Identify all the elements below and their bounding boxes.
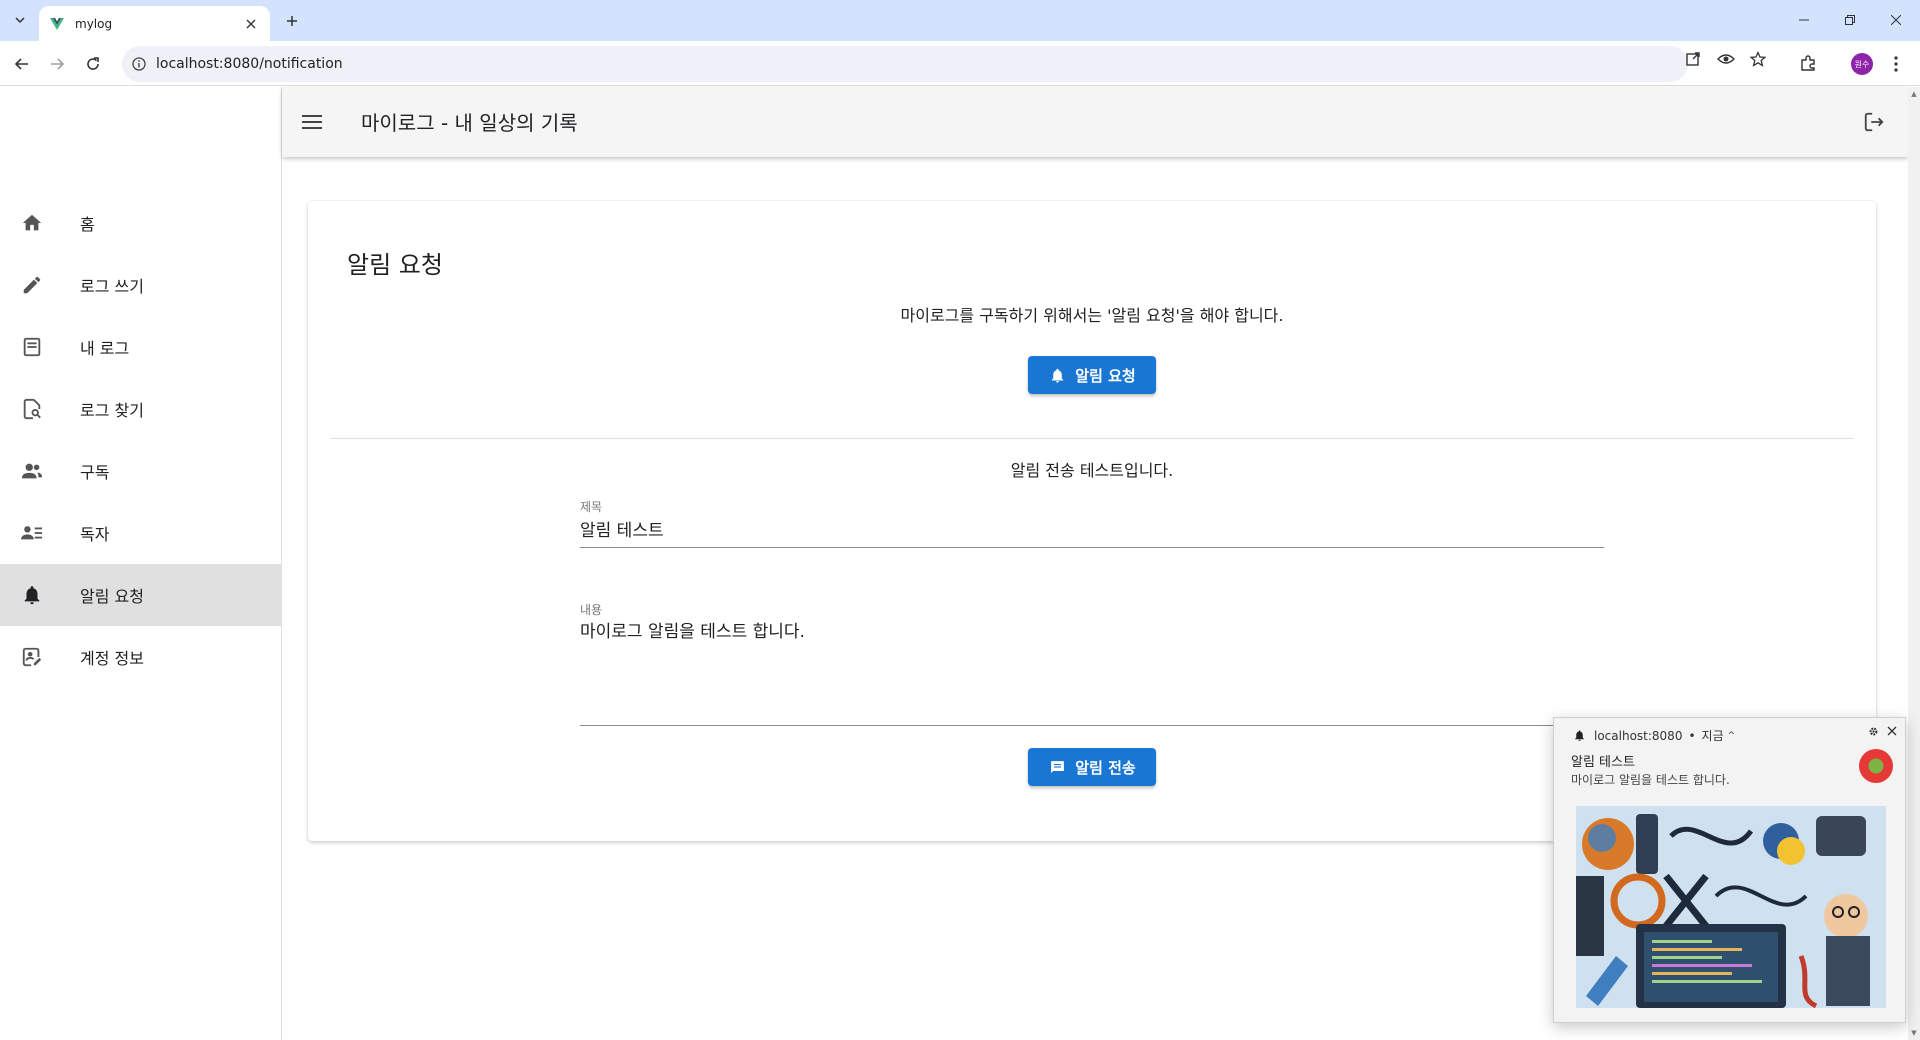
app-badge-icon xyxy=(1859,749,1893,783)
nav-item-subscribe[interactable]: 구독 xyxy=(0,440,281,502)
app-bar: 마이로그 - 내 일상의 기록 xyxy=(282,87,1908,157)
scroll-down-icon[interactable]: ▼ xyxy=(1908,1026,1920,1040)
nav-item-my-log[interactable]: 내 로그 xyxy=(0,316,281,378)
reload-button[interactable] xyxy=(79,50,107,78)
tab-search-button[interactable] xyxy=(8,8,32,32)
profile-avatar[interactable]: 원수 xyxy=(1851,53,1873,75)
nav-item-find-log[interactable]: 로그 찾기 xyxy=(0,378,281,440)
pencil-icon xyxy=(20,273,44,297)
close-window-button[interactable] xyxy=(1873,6,1919,34)
send-notification-button[interactable]: 알림 전송 xyxy=(1028,748,1156,786)
url-text: localhost:8080/notification xyxy=(156,56,343,72)
content-field[interactable]: 내용 마이로그 알림을 테스트 합니다. xyxy=(580,601,1604,726)
arrow-left-icon xyxy=(14,58,28,70)
title-field-label: 제목 xyxy=(580,500,603,514)
logout-button[interactable] xyxy=(1856,104,1892,140)
article-icon xyxy=(20,335,44,359)
address-bar[interactable]: localhost:8080/notification xyxy=(122,46,1688,82)
close-icon[interactable] xyxy=(1885,724,1899,738)
notification-image xyxy=(1576,806,1886,1008)
nav-label: 로그 찾기 xyxy=(80,401,144,420)
title-field[interactable]: 제목 알림 테스트 xyxy=(580,498,1604,548)
nav-list: 홈 로그 쓰기 내 로그 로그 찾기 구독 독자 알림 요청 계정 정보 xyxy=(0,192,281,688)
new-tab-button[interactable] xyxy=(280,9,304,33)
nav-label: 알림 요청 xyxy=(80,587,144,606)
forward-button[interactable] xyxy=(43,50,71,78)
notification-origin: localhost:8080 xyxy=(1594,728,1683,743)
notification-header: localhost:8080 • 지금 ^ xyxy=(1572,727,1735,744)
notification-body: 마이로그 알림을 테스트 합니다. xyxy=(1571,773,1730,787)
account-edit-icon xyxy=(20,645,44,669)
separator-dot: • xyxy=(1688,728,1696,743)
scroll-up-icon[interactable]: ▲ xyxy=(1908,87,1920,101)
menu-toggle-button[interactable] xyxy=(294,104,330,140)
chevron-down-icon xyxy=(15,17,25,24)
info-icon[interactable] xyxy=(132,57,146,71)
chevron-up-icon[interactable]: ^ xyxy=(1728,731,1736,741)
app-title: 마이로그 - 내 일상의 기록 xyxy=(361,111,578,135)
nav-item-readers[interactable]: 독자 xyxy=(0,502,281,564)
close-tab-icon[interactable] xyxy=(242,15,260,33)
page-title: 알림 요청 xyxy=(347,251,443,279)
restore-icon xyxy=(1845,15,1855,25)
nav-label: 계정 정보 xyxy=(80,649,144,668)
test-message: 알림 전송 테스트입니다. xyxy=(1010,461,1174,480)
arrow-right-icon xyxy=(51,58,65,70)
nav-item-notification-request[interactable]: 알림 요청 xyxy=(0,564,281,626)
people-icon xyxy=(20,459,44,483)
nav-label: 로그 쓰기 xyxy=(80,277,144,296)
people-list-icon xyxy=(20,521,44,545)
desktop-notification[interactable]: localhost:8080 • 지금 ^ 알림 테스트 마이로그 알림을 테스… xyxy=(1553,717,1906,1023)
bookmark-star-icon[interactable] xyxy=(1748,49,1768,69)
find-doc-icon xyxy=(20,397,44,421)
request-button-label: 알림 요청 xyxy=(1075,366,1136,385)
gear-icon[interactable] xyxy=(1866,724,1880,738)
nav-label: 홈 xyxy=(80,215,95,234)
notification-title: 알림 테스트 xyxy=(1571,755,1635,770)
bell-icon xyxy=(20,583,44,607)
bell-icon xyxy=(1048,366,1066,384)
minimize-button[interactable] xyxy=(1781,6,1827,34)
send-button-label: 알림 전송 xyxy=(1075,758,1136,777)
eye-icon[interactable] xyxy=(1716,49,1736,69)
plus-icon xyxy=(287,16,297,26)
nav-item-account-info[interactable]: 계정 정보 xyxy=(0,626,281,688)
close-icon xyxy=(1891,15,1901,25)
nav-label: 구독 xyxy=(80,463,110,482)
chat-icon xyxy=(1048,758,1066,776)
tab-title: mylog xyxy=(75,16,113,31)
nav-label: 독자 xyxy=(80,525,110,544)
subscribe-message: 마이로그를 구독하기 위해서는 '알림 요청'을 해야 합니다. xyxy=(900,306,1284,325)
content-field-value: 마이로그 알림을 테스트 합니다. xyxy=(580,622,805,642)
reload-icon xyxy=(87,57,99,70)
open-in-app-icon[interactable] xyxy=(1683,49,1703,69)
browser-tab[interactable]: mylog xyxy=(39,6,270,41)
vue-logo-icon xyxy=(50,17,64,30)
back-button[interactable] xyxy=(8,50,36,78)
home-icon xyxy=(20,211,44,235)
logout-icon xyxy=(1864,112,1884,132)
minimize-icon xyxy=(1799,19,1809,21)
kebab-menu-icon[interactable] xyxy=(1886,53,1906,75)
browser-toolbar: localhost:8080/notification 원수 xyxy=(0,41,1920,86)
nav-item-write-log[interactable]: 로그 쓰기 xyxy=(0,254,281,316)
hamburger-icon xyxy=(302,115,322,129)
page-scrollbar[interactable]: ▲ ▼ xyxy=(1908,87,1920,1040)
title-field-value: 알림 테스트 xyxy=(580,521,664,541)
nav-label: 내 로그 xyxy=(80,339,130,358)
notification-time: 지금 xyxy=(1701,729,1724,743)
extensions-icon[interactable] xyxy=(1798,53,1818,73)
nav-item-home[interactable]: 홈 xyxy=(0,192,281,254)
restore-button[interactable] xyxy=(1827,6,1873,34)
request-notification-button[interactable]: 알림 요청 xyxy=(1028,356,1156,394)
bell-icon xyxy=(1572,729,1586,743)
content-field-label: 내용 xyxy=(580,603,603,617)
navigation-drawer: 홈 로그 쓰기 내 로그 로그 찾기 구독 독자 알림 요청 계정 정보 xyxy=(0,87,282,1040)
divider xyxy=(330,438,1854,439)
browser-tabstrip: mylog xyxy=(0,0,1920,41)
